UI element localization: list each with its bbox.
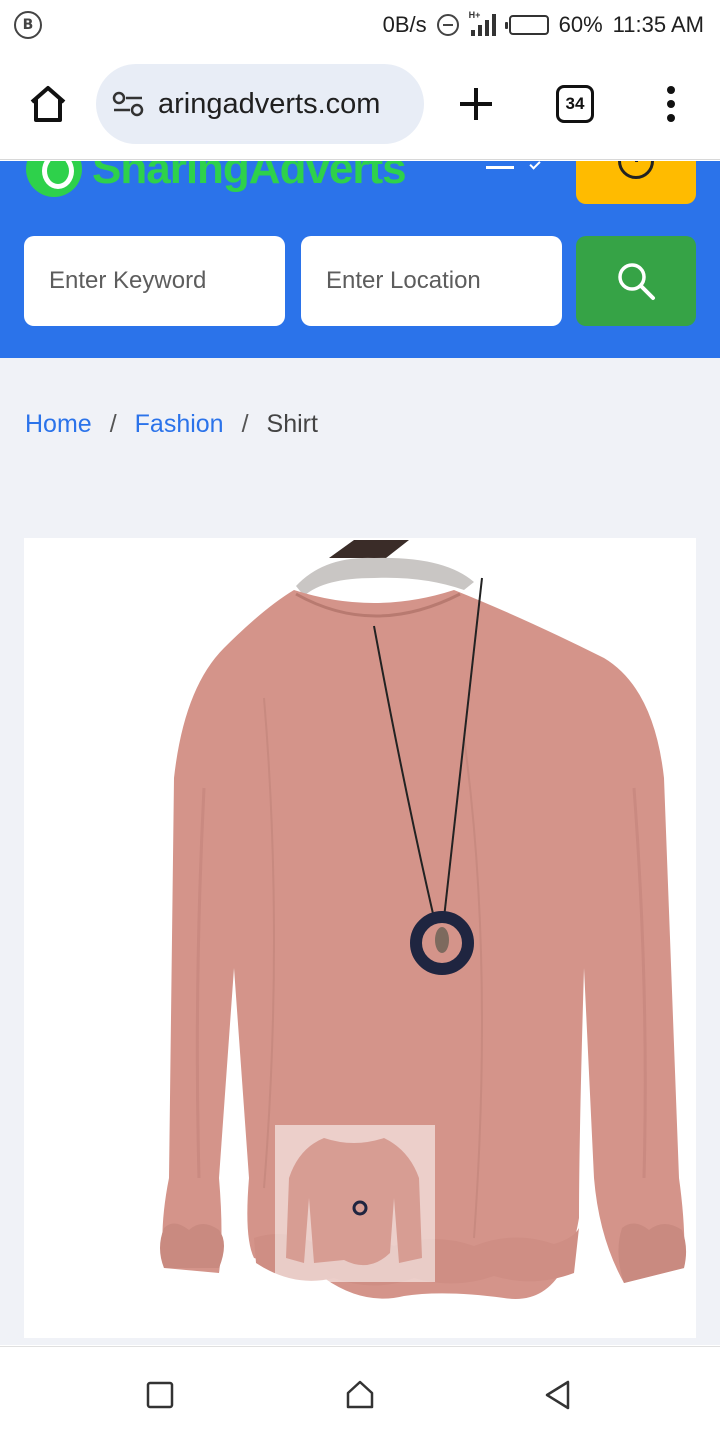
recents-square-icon[interactable] <box>144 1379 176 1411</box>
breadcrumb-home-link[interactable]: Home <box>25 410 92 439</box>
page-content: Home / Fashion / Shirt <box>0 358 720 1345</box>
url-text[interactable]: aringadverts.com <box>158 88 380 121</box>
menu-icon[interactable] <box>662 86 680 122</box>
hamburger-menu-icon[interactable] <box>486 161 514 169</box>
status-indicators: 0B/s H+ 60% 11:35 AM <box>383 8 704 42</box>
network-speed: 0B/s <box>382 12 427 37</box>
notification-badge-icon: B <box>14 11 42 39</box>
back-triangle-icon[interactable] <box>542 1379 574 1411</box>
product-image-card[interactable] <box>24 538 696 1338</box>
signal-icon: H+ <box>469 10 499 36</box>
breadcrumb-separator: / <box>241 410 249 438</box>
system-navigation-bar <box>0 1346 720 1440</box>
site-logo[interactable]: SharingAdverts <box>26 161 407 199</box>
do-not-disturb-icon <box>436 14 459 36</box>
battery-icon <box>504 15 549 35</box>
plus-circle-icon <box>618 161 654 179</box>
product-image[interactable] <box>24 538 696 1338</box>
location-search-input[interactable] <box>301 236 562 326</box>
battery-percent: 60% <box>558 12 603 37</box>
search-icon <box>618 263 655 300</box>
home-circle-icon[interactable] <box>344 1379 376 1411</box>
logo-icon <box>26 161 82 197</box>
hanger-icon <box>329 540 409 558</box>
site-header: SharingAdverts <box>0 161 720 358</box>
breadcrumb-category-link[interactable]: Fashion <box>135 410 224 439</box>
network-type: H+ <box>468 10 481 20</box>
post-ad-button[interactable] <box>576 161 696 204</box>
home-icon[interactable] <box>26 84 70 124</box>
breadcrumb-separator: / <box>109 410 117 438</box>
status-bar: B 0B/s H+ 60% 11:35 AM <box>0 0 720 50</box>
product-thumbnail[interactable] <box>275 1125 435 1282</box>
address-bar[interactable]: aringadverts.com <box>96 64 424 144</box>
keyword-search-input[interactable] <box>24 236 285 326</box>
breadcrumb-current: Shirt <box>266 410 318 438</box>
new-tab-icon[interactable] <box>458 86 494 122</box>
site-settings-icon[interactable] <box>112 91 144 117</box>
browser-toolbar: aringadverts.com 34 <box>0 50 720 160</box>
tab-switcher-icon[interactable]: 34 <box>556 85 594 123</box>
clock: 11:35 AM <box>612 12 704 37</box>
chevron-down-icon[interactable] <box>529 161 541 170</box>
search-button[interactable] <box>576 236 696 326</box>
logo-text: SharingAdverts <box>92 161 407 193</box>
breadcrumb: Home / Fashion / Shirt <box>25 410 318 439</box>
